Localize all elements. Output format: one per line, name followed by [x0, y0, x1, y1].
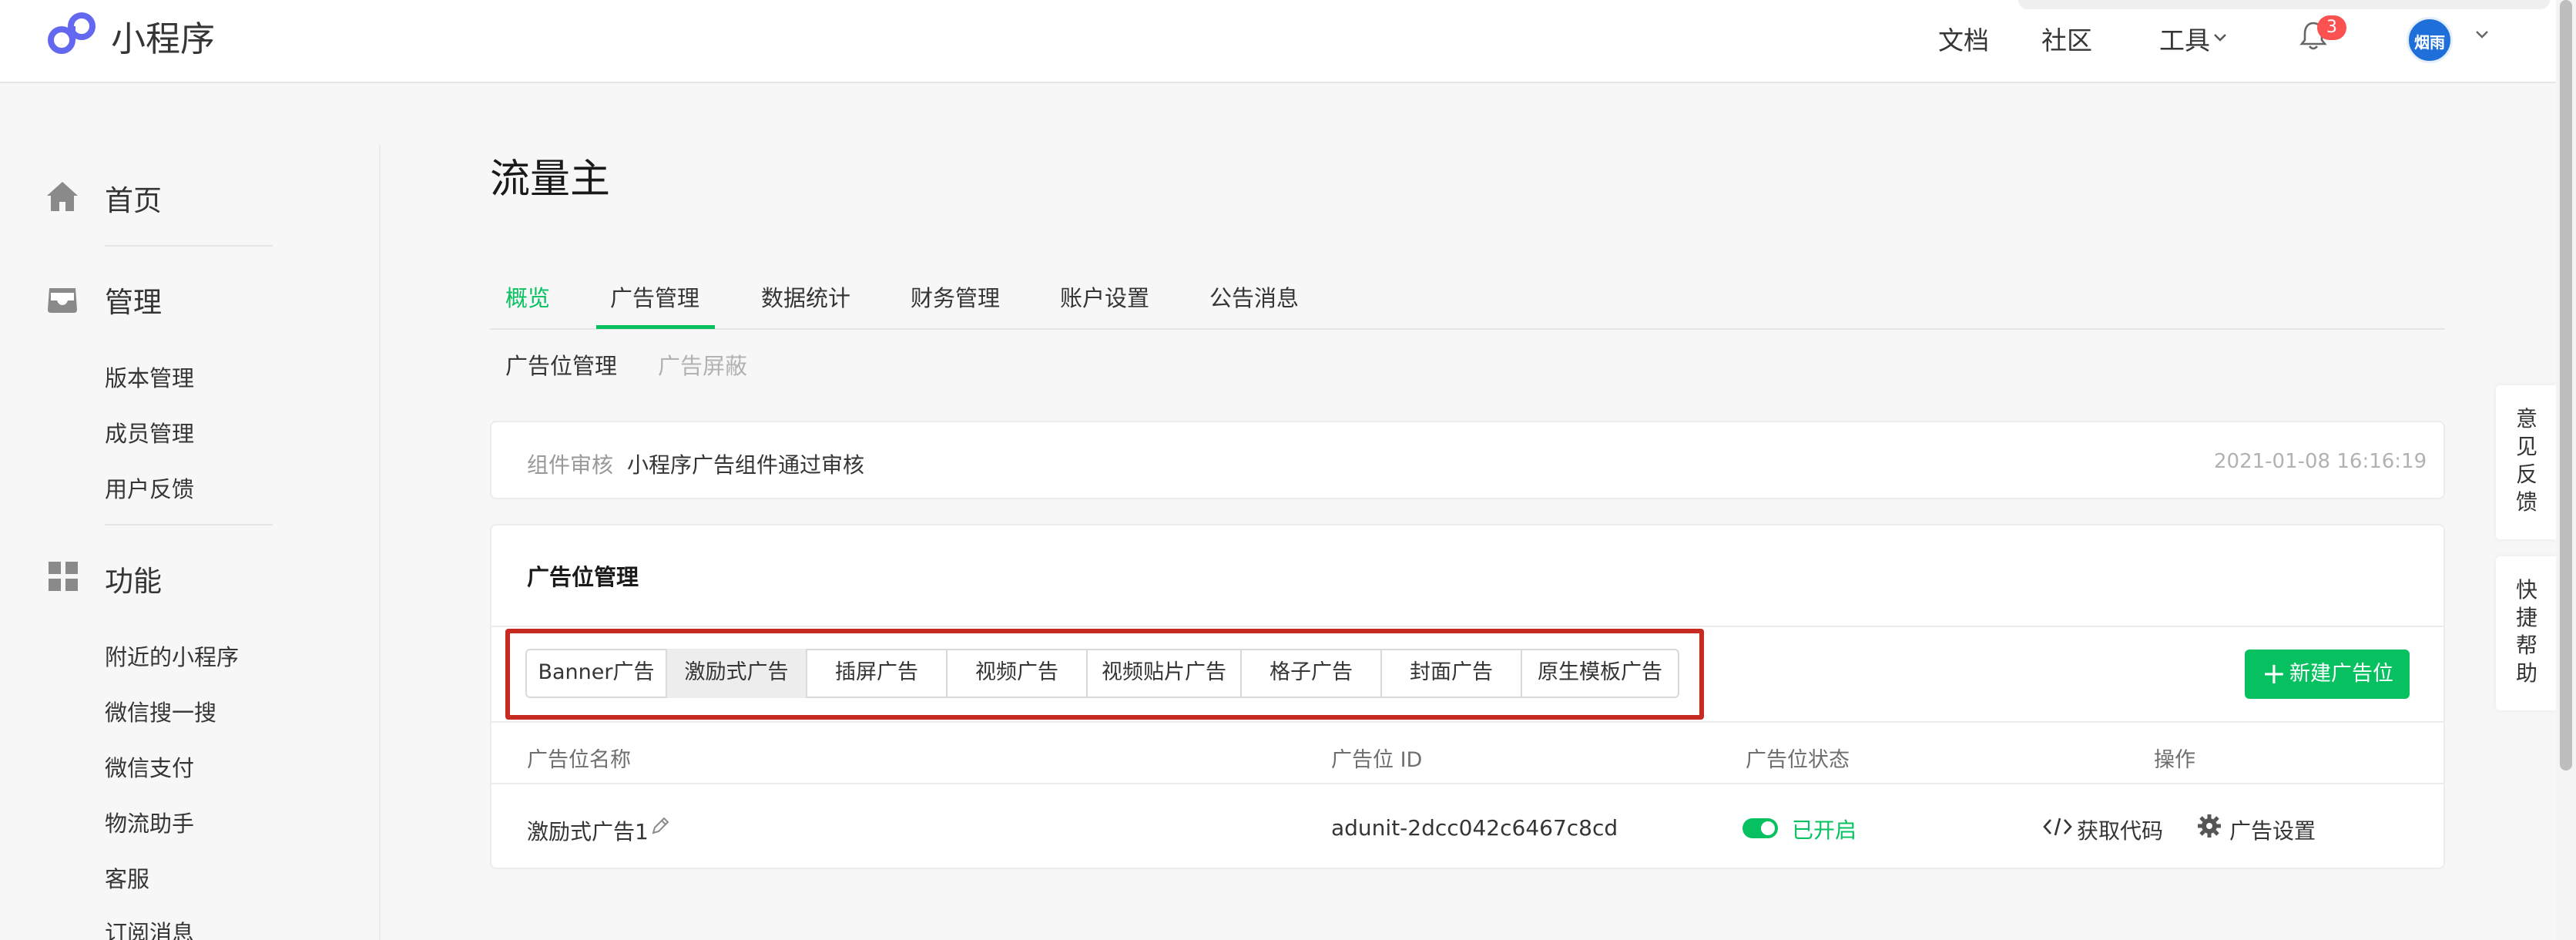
tabs-divider: [490, 328, 2445, 330]
nav-docs[interactable]: 文档: [1938, 20, 1989, 57]
column-header-name: 广告位名称: [527, 748, 631, 772]
new-ad-slot-button[interactable]: + 新建广告位: [2245, 650, 2410, 699]
sidebar-item-feedback[interactable]: 用户反馈: [105, 472, 194, 504]
ad-slot-id: adunit-2dcc042c6467c8cd: [1331, 815, 1618, 841]
home-icon: [47, 182, 78, 211]
column-header-id: 广告位 ID: [1331, 748, 1423, 772]
notice-text: 小程序广告组件通过审核: [627, 452, 865, 478]
page-title: 流量主: [490, 156, 611, 203]
help-float-label: 快捷帮助: [2515, 577, 2537, 686]
subtab-slot-management[interactable]: 广告位管理: [505, 348, 617, 381]
sidebar-item-nearby[interactable]: 附近的小程序: [105, 640, 239, 672]
gear-icon[interactable]: [2197, 814, 2222, 838]
column-header-actions: 操作: [2154, 748, 2195, 772]
sidebar-item-subscribe[interactable]: 订阅消息: [105, 915, 194, 940]
sidebar-item-customer-service[interactable]: 客服: [105, 861, 149, 894]
sidebar-item-logistics[interactable]: 物流助手: [105, 806, 194, 838]
top-shadow: [2018, 0, 2550, 9]
section-divider: [491, 626, 2444, 627]
ad-settings-link[interactable]: 广告设置: [2229, 814, 2316, 845]
sidebar-item-members[interactable]: 成员管理: [105, 416, 194, 448]
mini-program-logo-icon[interactable]: [45, 9, 99, 59]
tab-account[interactable]: 账户设置: [1060, 280, 1149, 313]
sidebar-item-pay[interactable]: 微信支付: [105, 750, 194, 783]
table-header-divider: [491, 783, 2444, 784]
sidebar-divider: [379, 145, 381, 940]
get-code-link[interactable]: 获取代码: [2077, 814, 2163, 845]
account-chevron-down-icon[interactable]: [2473, 25, 2491, 43]
ad-slot-name: 激励式广告1: [527, 819, 649, 844]
inbox-icon: [48, 288, 77, 313]
table-top-divider: [491, 721, 2444, 723]
highlight-box: [505, 629, 1704, 720]
sidebar-item-features[interactable]: 功能: [105, 558, 162, 599]
tab-overview[interactable]: 概览: [505, 280, 550, 313]
sidebar-separator: [105, 524, 273, 525]
sidebar-item-manage[interactable]: 管理: [105, 279, 162, 321]
avatar[interactable]: 烟雨: [2407, 17, 2453, 63]
status-text: 已开启: [1792, 817, 1857, 843]
nav-community[interactable]: 社区: [2041, 20, 2092, 57]
scrollbar-thumb[interactable]: [2560, 0, 2572, 770]
sidebar-item-home[interactable]: 首页: [105, 177, 162, 219]
help-float-button[interactable]: 快捷帮助: [2496, 556, 2556, 710]
feedback-float-button[interactable]: 意见反馈: [2496, 385, 2556, 539]
section-title: 广告位管理: [527, 564, 639, 590]
sidebar-separator: [105, 245, 273, 247]
notice-timestamp: 2021-01-08 16:16:19: [2214, 450, 2427, 473]
tools-chevron-down-icon[interactable]: [2211, 28, 2229, 46]
tab-statistics[interactable]: 数据统计: [761, 280, 850, 313]
tab-finance[interactable]: 财务管理: [911, 280, 1000, 313]
edit-pencil-icon[interactable]: [649, 815, 671, 837]
new-ad-slot-label: 新建广告位: [2289, 662, 2393, 686]
app-name[interactable]: 小程序: [111, 11, 215, 61]
subtab-ad-blocking[interactable]: 广告屏蔽: [658, 348, 747, 381]
plus-icon: +: [2262, 656, 2286, 690]
notification-badge: 3: [2317, 15, 2346, 40]
grid-icon: [49, 562, 78, 591]
active-tab-indicator: [596, 325, 715, 329]
tab-ad-management[interactable]: 广告管理: [610, 280, 699, 313]
tab-announcements[interactable]: 公告消息: [1209, 280, 1299, 313]
feedback-float-label: 意见反馈: [2515, 406, 2537, 515]
sidebar-item-search[interactable]: 微信搜一搜: [105, 695, 216, 727]
sidebar-item-version[interactable]: 版本管理: [105, 361, 194, 393]
nav-tools[interactable]: 工具: [2159, 20, 2210, 57]
status-toggle[interactable]: [1742, 818, 1778, 838]
code-icon[interactable]: [2043, 817, 2072, 837]
column-header-status: 广告位状态: [1746, 748, 1850, 772]
notice-label: 组件审核: [527, 452, 614, 478]
